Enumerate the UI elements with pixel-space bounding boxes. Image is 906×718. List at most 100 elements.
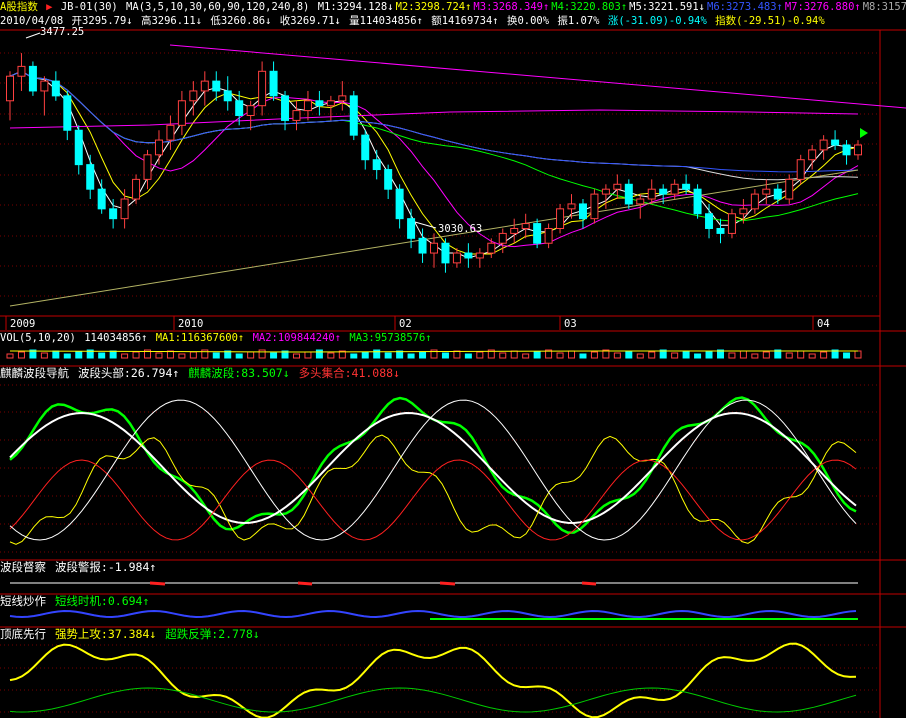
top-rebound-line (9, 687, 857, 713)
candle-body-23 (269, 70, 278, 97)
volume-bar-58 (671, 352, 679, 359)
volume-bar-41 (476, 351, 484, 359)
volume-bar-18 (212, 352, 220, 359)
wave-bull-value: 多头集合:41.088↓ (298, 366, 400, 380)
candle-body-21 (246, 105, 255, 117)
volume-bar-5 (63, 353, 71, 359)
volume-bar-64 (739, 350, 747, 359)
candle-body-1 (17, 65, 26, 77)
candle-body-41 (475, 252, 484, 259)
candle-body-17 (200, 80, 209, 92)
top-strong-line (9, 642, 857, 718)
volume-bar-27 (315, 349, 323, 359)
vol-value: 114034856↑ (84, 332, 148, 344)
volume-bar-56 (648, 351, 656, 359)
top-panel-title[interactable]: 顶底先行 (0, 627, 46, 641)
candle-body-27 (315, 100, 324, 107)
candle-body-37 (430, 242, 438, 254)
volume-bar-70 (808, 353, 816, 359)
candle-body-42 (487, 242, 496, 254)
candle-body-34 (395, 188, 404, 220)
short-panel-title[interactable]: 短线炒作 (0, 594, 46, 608)
volume-bar-39 (453, 350, 461, 359)
volume-bar-11 (132, 351, 140, 359)
candle-body-10 (120, 198, 129, 220)
candle-body-11 (132, 178, 141, 200)
candle-body-40 (464, 252, 473, 259)
volume-bar-51 (590, 351, 598, 359)
candle-body-63 (727, 213, 736, 234)
xaxis-label-1: 2010 (178, 318, 203, 330)
volume-bar-9 (109, 350, 117, 359)
candle-body-60 (693, 188, 702, 215)
volume-bar-60 (694, 353, 702, 359)
watch-panel-title[interactable]: 波段督察 (0, 560, 46, 574)
vol-ma1: MA1:116367600↑ (155, 332, 245, 344)
candle-body-18 (212, 80, 221, 92)
volume-bar-35 (407, 353, 415, 359)
candle-body-29 (338, 95, 347, 102)
volume-bar-10 (121, 353, 129, 359)
candle-body-50 (578, 203, 587, 220)
volume-bar-73 (843, 352, 851, 359)
low-pointer (414, 221, 437, 229)
volume-bar-15 (178, 353, 186, 359)
candle-body-65 (750, 193, 759, 210)
vol-label: VOL(5,10,20) (0, 332, 76, 344)
candle-body-8 (97, 188, 106, 210)
candle-body-16 (189, 90, 198, 102)
volume-bar-59 (682, 350, 690, 359)
volume-bar-20 (235, 353, 243, 359)
candle-body-7 (86, 164, 95, 190)
volume-bar-8 (98, 352, 106, 359)
volume-bar-63 (728, 352, 736, 359)
volume-bar-31 (361, 351, 369, 359)
candle-body-70 (808, 149, 817, 161)
volume-bar-55 (636, 353, 644, 359)
wave-band-line (9, 396, 857, 534)
candle-body-74 (854, 144, 862, 156)
candle-body-71 (819, 139, 828, 151)
volume-bar-32 (373, 349, 381, 359)
stock-chart[interactable]: 2009 2010 02 03 04 3477.25 3030.63 (0, 0, 906, 718)
vol-ma3: MA3:95738576↑ (349, 332, 432, 344)
wave-band-value: 麒麟波段:83.507↓ (188, 366, 290, 380)
volume-bar-23 (270, 352, 278, 359)
candle-body-20 (235, 100, 244, 117)
low-price-label: 3030.63 (438, 223, 482, 235)
high-price-label: 3477.25 (40, 26, 84, 38)
candle-body-26 (303, 100, 312, 112)
candle-body-66 (762, 188, 771, 195)
volume-bar-54 (625, 350, 633, 359)
candle-body-25 (292, 110, 301, 121)
candle-body-39 (452, 252, 461, 264)
candle-body-3 (40, 80, 49, 92)
vol-ma-line (9, 350, 858, 353)
candle-body-5 (63, 95, 72, 131)
candle-body-73 (842, 144, 851, 156)
candle-body-62 (716, 227, 725, 234)
short-blue-line (9, 609, 857, 619)
volume-bar-46 (533, 351, 541, 359)
wave-panel-title[interactable]: 麒麟波段导航 (0, 366, 69, 380)
volume-bar-6 (75, 351, 83, 359)
volume-bar-16 (189, 351, 197, 359)
candle-body-44 (510, 227, 519, 234)
wave-panel-header: 麒麟波段导航 波段头部:26.794↑ 麒麟波段:83.507↓ 多头集合:41… (0, 366, 402, 380)
volume-bar-0 (6, 353, 14, 359)
volume-bar-26 (304, 351, 312, 359)
candle-body-54 (624, 183, 633, 205)
candle-body-64 (739, 208, 748, 215)
volume-bar-28 (327, 352, 335, 359)
candle-body-61 (705, 213, 714, 229)
short-timing-value: 短线时机:0.694↑ (54, 594, 150, 608)
candle-body-35 (407, 218, 416, 239)
xaxis-label-3: 03 (564, 318, 577, 330)
watch-panel-header: 波段督察 波段警报:-1.984↑ (0, 560, 158, 574)
candle-body-22 (258, 70, 267, 107)
volume-bar-45 (522, 353, 530, 359)
wave-thin-line (9, 399, 857, 541)
volume-bar-13 (155, 352, 163, 359)
candle-body-51 (590, 193, 599, 220)
xaxis-label-2: 02 (399, 318, 412, 330)
